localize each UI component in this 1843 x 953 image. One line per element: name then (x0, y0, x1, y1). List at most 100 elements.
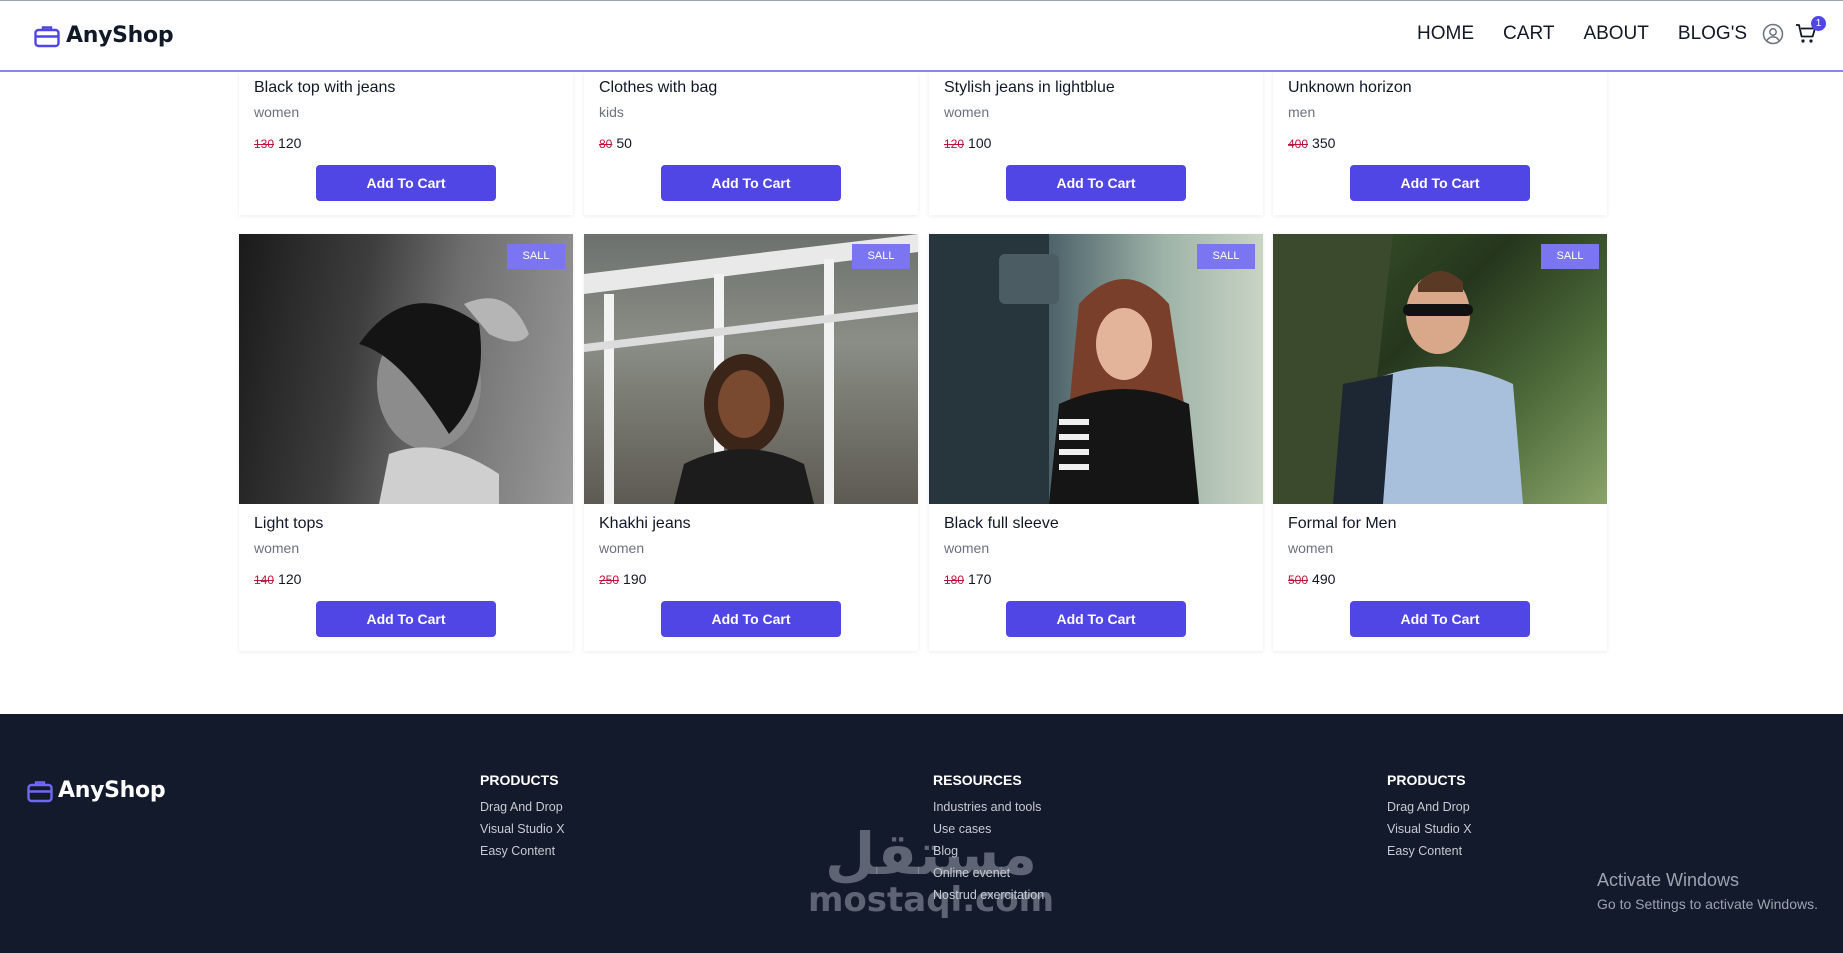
sale-price: 350 (1312, 135, 1336, 151)
product-card: SALL Light tops women 140 120 Add To Cart (239, 234, 573, 651)
footer-link[interactable]: Nostrud exercitation (933, 884, 1044, 906)
cart-button[interactable]: 1 (1795, 16, 1826, 45)
sale-badge: SALL (507, 244, 565, 269)
product-price: 120 100 (944, 133, 1248, 153)
main-nav: HOME CART ABOUT BLOG'S 1 (1417, 16, 1826, 45)
brand-name: AnyShop (66, 23, 174, 48)
add-to-cart-button[interactable]: Add To Cart (661, 601, 841, 637)
sale-badge: SALL (852, 244, 910, 269)
add-to-cart-button[interactable]: Add To Cart (661, 165, 841, 201)
product-card: Clothes with bag kids 80 50 Add To Cart (584, 72, 918, 215)
product-card: SALL Khakhi jeans women 250 190 Add To Ca… (584, 234, 918, 651)
product-card: Stylish jeans in lightblue women 120 100 … (929, 72, 1263, 215)
footer-link[interactable]: Drag And Drop (1387, 796, 1472, 818)
old-price: 120 (944, 137, 965, 151)
product-card: Black top with jeans women 130 120 Add To… (239, 72, 573, 215)
footer-link[interactable]: Use cases (933, 818, 1044, 840)
footer-link[interactable]: Drag And Drop (480, 796, 565, 818)
sale-price: 490 (1312, 571, 1336, 587)
footer-column-products-2: PRODUCTS Drag And Drop Visual Studio X E… (1387, 772, 1472, 862)
old-price: 140 (254, 573, 275, 587)
old-price: 180 (944, 573, 965, 587)
footer-brand[interactable]: AnyShop (27, 778, 166, 803)
footer-link[interactable]: Blog (933, 840, 1044, 862)
product-image[interactable]: SALL (1273, 234, 1607, 504)
old-price: 80 (599, 137, 613, 151)
briefcase-icon (34, 25, 60, 47)
nav-icons: 1 (1762, 16, 1826, 45)
product-category: women (944, 104, 990, 120)
nav-blogs[interactable]: BLOG'S (1678, 23, 1747, 45)
product-photo (359, 298, 529, 504)
footer-link[interactable]: Online evenet (933, 862, 1044, 884)
footer-column-resources: RESOURCES Industries and tools Use cases… (933, 772, 1044, 906)
product-price: 80 50 (599, 133, 903, 153)
sale-badge: SALL (1541, 244, 1599, 269)
add-to-cart-button[interactable]: Add To Cart (316, 165, 496, 201)
product-category: men (1288, 104, 1316, 120)
product-category: women (944, 540, 990, 556)
product-title[interactable]: Khakhi jeans (599, 513, 903, 535)
add-to-cart-button[interactable]: Add To Cart (1350, 601, 1530, 637)
add-to-cart-button[interactable]: Add To Cart (1006, 601, 1186, 637)
footer-brand-name: AnyShop (58, 778, 166, 803)
sale-badge: SALL (1197, 244, 1255, 269)
product-title[interactable]: Light tops (254, 513, 558, 535)
old-price: 400 (1288, 137, 1309, 151)
product-title[interactable]: Formal for Men (1288, 513, 1592, 535)
product-category: women (599, 540, 645, 556)
sale-price: 120 (278, 135, 302, 151)
add-to-cart-button[interactable]: Add To Cart (1006, 165, 1186, 201)
product-title[interactable]: Black full sleeve (944, 513, 1248, 535)
product-price: 400 350 (1288, 133, 1592, 153)
product-photo (1273, 234, 1523, 504)
sale-price: 100 (968, 135, 992, 151)
product-price: 130 120 (254, 133, 558, 153)
product-photo (929, 234, 1199, 504)
product-card: SALL Black full sleeve women 180 170 Add … (929, 234, 1263, 651)
product-category: kids (599, 104, 624, 120)
nav-cart[interactable]: CART (1503, 23, 1554, 45)
old-price: 130 (254, 137, 275, 151)
footer-column-products: PRODUCTS Drag And Drop Visual Studio X E… (480, 772, 565, 862)
sale-price: 170 (968, 571, 992, 587)
sale-price: 120 (278, 571, 302, 587)
footer-link[interactable]: Easy Content (1387, 840, 1472, 862)
page: AnyShop HOME CART ABOUT BLOG'S 1 Black t… (0, 0, 1843, 953)
product-price: 250 190 (599, 569, 903, 589)
footer-link[interactable]: Industries and tools (933, 796, 1044, 818)
product-card: Unknown horizon men 400 350 Add To Cart (1273, 72, 1607, 215)
product-title[interactable]: Black top with jeans (254, 77, 558, 99)
product-title[interactable]: Stylish jeans in lightblue (944, 77, 1248, 99)
product-title[interactable]: Clothes with bag (599, 77, 903, 99)
product-image[interactable]: SALL (239, 234, 573, 504)
product-category: women (254, 540, 300, 556)
footer-link[interactable]: Easy Content (480, 840, 565, 862)
footer-link[interactable]: Visual Studio X (480, 818, 565, 840)
add-to-cart-button[interactable]: Add To Cart (316, 601, 496, 637)
product-category: women (254, 104, 300, 120)
activate-windows-subtitle: Go to Settings to activate Windows. (1597, 896, 1818, 912)
product-title[interactable]: Unknown horizon (1288, 77, 1592, 99)
product-price: 180 170 (944, 569, 1248, 589)
nav-about[interactable]: ABOUT (1583, 23, 1648, 45)
product-photo (584, 234, 918, 504)
product-image[interactable]: SALL (584, 234, 918, 504)
old-price: 500 (1288, 573, 1309, 587)
product-category: women (1288, 540, 1334, 556)
user-icon[interactable] (1762, 23, 1784, 45)
sale-price: 190 (623, 571, 647, 587)
brand-logo[interactable]: AnyShop (34, 23, 174, 48)
footer-column-title: RESOURCES (933, 772, 1022, 788)
activate-windows-notice: Activate Windows Go to Settings to activ… (1597, 870, 1818, 912)
cart-count-badge: 1 (1811, 16, 1826, 31)
product-price: 500 490 (1288, 569, 1592, 589)
site-footer: AnyShop PRODUCTS Drag And Drop Visual St… (0, 714, 1843, 953)
briefcase-icon (27, 780, 53, 802)
nav-home[interactable]: HOME (1417, 23, 1474, 45)
product-image[interactable]: SALL (929, 234, 1263, 504)
add-to-cart-button[interactable]: Add To Cart (1350, 165, 1530, 201)
old-price: 250 (599, 573, 620, 587)
footer-link[interactable]: Visual Studio X (1387, 818, 1472, 840)
product-price: 140 120 (254, 569, 558, 589)
